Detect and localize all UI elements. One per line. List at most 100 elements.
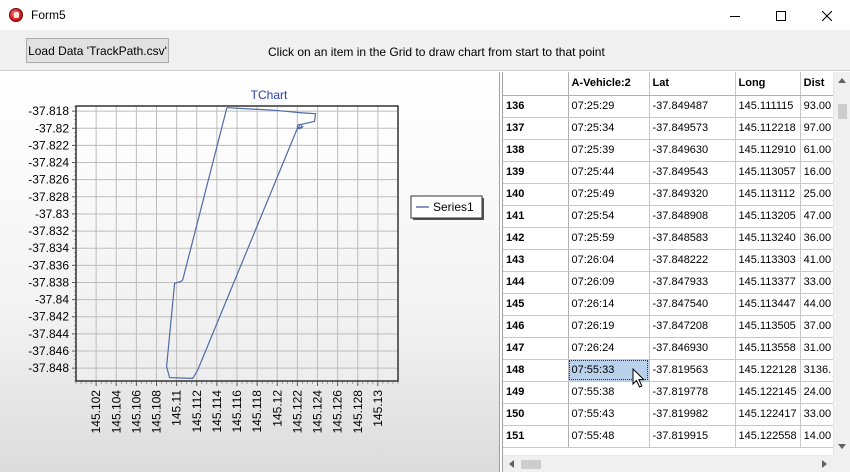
grid-cell-long[interactable]: 145.122558 — [735, 425, 801, 448]
grid-cell-time[interactable]: 07:25:44 — [568, 161, 650, 184]
row-header[interactable]: 148 — [503, 359, 569, 382]
grid-cell-long[interactable]: 145.112218 — [735, 117, 801, 140]
track-chart[interactable]: TChart -37.818 -37.82 -37.822 -37.824 -37.826… — [0, 72, 500, 472]
grid-cell-lat[interactable]: -37.849543 — [649, 161, 736, 184]
grid-cell-dist[interactable]: 37.00 — [800, 315, 837, 338]
horizontal-scroll-thumb[interactable] — [521, 460, 541, 469]
table-row[interactable]: 140 07:25:49 -37.849320 145.113112 25.00 — [503, 183, 837, 206]
close-button[interactable] — [804, 0, 850, 31]
grid-cell-lat[interactable]: -37.848222 — [649, 249, 736, 272]
grid-cell-time[interactable]: 07:26:04 — [568, 249, 650, 272]
column-header-row-number[interactable] — [503, 72, 569, 96]
table-row[interactable]: 151 07:55:48 -37.819915 145.122558 14.00 — [503, 425, 837, 448]
grid-cell-dist[interactable]: 44.00 — [800, 293, 837, 316]
scroll-up-icon[interactable] — [838, 78, 846, 83]
table-row[interactable]: 143 07:26:04 -37.848222 145.113303 41.00 — [503, 249, 837, 272]
grid-cell-lat[interactable]: -37.847540 — [649, 293, 736, 316]
grid-cell-lat[interactable]: -37.819915 — [649, 425, 736, 448]
grid-cell-dist[interactable]: 31.00 — [800, 337, 837, 360]
grid-cell-time[interactable]: 07:25:39 — [568, 139, 650, 162]
grid-cell-long[interactable]: 145.122128 — [735, 359, 801, 382]
grid-cell-lat[interactable]: -37.849320 — [649, 183, 736, 206]
grid-cell-lat[interactable]: -37.849487 — [649, 95, 736, 118]
grid-cell-dist[interactable]: 93.00 — [800, 95, 837, 118]
table-row[interactable]: 139 07:25:44 -37.849543 145.113057 16.00 — [503, 161, 837, 184]
grid-cell-dist[interactable]: 97.00 — [800, 117, 837, 140]
table-row[interactable]: 146 07:26:19 -37.847208 145.113505 37.00 — [503, 315, 837, 338]
grid-cell-lat[interactable]: -37.819982 — [649, 403, 736, 426]
column-header-time[interactable]: A-Vehicle:2 — [568, 72, 650, 96]
grid-cell-long[interactable]: 145.122145 — [735, 381, 801, 404]
grid-cell-long[interactable]: 145.111115 — [735, 95, 801, 118]
grid-cell-dist[interactable]: 3136. — [800, 359, 837, 382]
grid-cell-time[interactable]: 07:25:34 — [568, 117, 650, 140]
grid-cell-dist[interactable]: 24.00 — [800, 381, 837, 404]
grid-cell-dist[interactable]: 41.00 — [800, 249, 837, 272]
grid-cell-long[interactable]: 145.113558 — [735, 337, 801, 360]
row-header[interactable]: 149 — [503, 381, 569, 404]
table-row[interactable]: 138 07:25:39 -37.849630 145.112910 61.00 — [503, 139, 837, 162]
row-header[interactable]: 136 — [503, 95, 569, 118]
table-row[interactable]: 150 07:55:43 -37.819982 145.122417 33.00 — [503, 403, 837, 426]
column-header-lat[interactable]: Lat — [649, 72, 736, 96]
minimize-button[interactable] — [712, 0, 758, 31]
scroll-left-icon[interactable] — [509, 460, 514, 468]
grid-cell-long[interactable]: 145.113505 — [735, 315, 801, 338]
table-row[interactable]: 148 07:55:33 -37.819563 145.122128 3136. — [503, 359, 837, 382]
grid-cell-dist[interactable]: 14.00 — [800, 425, 837, 448]
grid-cell-time[interactable]: 07:25:29 — [568, 95, 650, 118]
scroll-right-icon[interactable] — [822, 460, 827, 468]
grid-cell-time[interactable]: 07:25:49 — [568, 183, 650, 206]
grid-cell-lat[interactable]: -37.847933 — [649, 271, 736, 294]
grid-cell-dist[interactable]: 47.00 — [800, 205, 837, 228]
row-header[interactable]: 142 — [503, 227, 569, 250]
grid-cell-dist[interactable]: 61.00 — [800, 139, 837, 162]
scroll-down-icon[interactable] — [838, 444, 846, 449]
grid-cell-lat[interactable]: -37.848583 — [649, 227, 736, 250]
grid-cell-long[interactable]: 145.113112 — [735, 183, 801, 206]
grid-cell-dist[interactable]: 33.00 — [800, 403, 837, 426]
vertical-scroll-thumb[interactable] — [838, 104, 847, 119]
row-header[interactable]: 147 — [503, 337, 569, 360]
grid-cell-long[interactable]: 145.113240 — [735, 227, 801, 250]
grid-cell-dist[interactable]: 25.00 — [800, 183, 837, 206]
grid-cell-long[interactable]: 145.113205 — [735, 205, 801, 228]
grid-cell-lat[interactable]: -37.846930 — [649, 337, 736, 360]
grid-cell-long[interactable]: 145.113447 — [735, 293, 801, 316]
grid-cell-long[interactable]: 145.122417 — [735, 403, 801, 426]
grid-cell-lat[interactable]: -37.849573 — [649, 117, 736, 140]
grid-cell-lat[interactable]: -37.847208 — [649, 315, 736, 338]
horizontal-scrollbar[interactable] — [503, 455, 850, 472]
row-header[interactable]: 140 — [503, 183, 569, 206]
table-row[interactable]: 147 07:26:24 -37.846930 145.113558 31.00 — [503, 337, 837, 360]
column-header-long[interactable]: Long — [735, 72, 801, 96]
row-header[interactable]: 139 — [503, 161, 569, 184]
grid-cell-time[interactable]: 07:26:24 — [568, 337, 650, 360]
table-row[interactable]: 142 07:25:59 -37.848583 145.113240 36.00 — [503, 227, 837, 250]
grid-cell-time[interactable]: 07:26:19 — [568, 315, 650, 338]
grid-cell-time[interactable]: 07:26:14 — [568, 293, 650, 316]
row-header[interactable]: 141 — [503, 205, 569, 228]
row-header[interactable]: 151 — [503, 425, 569, 448]
table-row[interactable]: 145 07:26:14 -37.847540 145.113447 44.00 — [503, 293, 837, 316]
grid-cell-lat[interactable]: -37.848908 — [649, 205, 736, 228]
vertical-scrollbar[interactable] — [833, 72, 850, 455]
row-header[interactable]: 146 — [503, 315, 569, 338]
maximize-button[interactable] — [758, 0, 804, 31]
grid-cell-dist[interactable]: 16.00 — [800, 161, 837, 184]
table-row[interactable]: 149 07:55:38 -37.819778 145.122145 24.00 — [503, 381, 837, 404]
row-header[interactable]: 143 — [503, 249, 569, 272]
row-header[interactable]: 137 — [503, 117, 569, 140]
table-row[interactable]: 141 07:25:54 -37.848908 145.113205 47.00 — [503, 205, 837, 228]
grid-cell-long[interactable]: 145.113377 — [735, 271, 801, 294]
grid-cell-time[interactable]: 07:25:59 — [568, 227, 650, 250]
row-header[interactable]: 138 — [503, 139, 569, 162]
grid-cell-long[interactable]: 145.113303 — [735, 249, 801, 272]
row-header[interactable]: 145 — [503, 293, 569, 316]
table-row[interactable]: 137 07:25:34 -37.849573 145.112218 97.00 — [503, 117, 837, 140]
table-row[interactable]: 144 07:26:09 -37.847933 145.113377 33.00 — [503, 271, 837, 294]
row-header[interactable]: 150 — [503, 403, 569, 426]
grid-cell-long[interactable]: 145.112910 — [735, 139, 801, 162]
grid-cell-dist[interactable]: 36.00 — [800, 227, 837, 250]
grid-cell-time[interactable]: 07:26:09 — [568, 271, 650, 294]
